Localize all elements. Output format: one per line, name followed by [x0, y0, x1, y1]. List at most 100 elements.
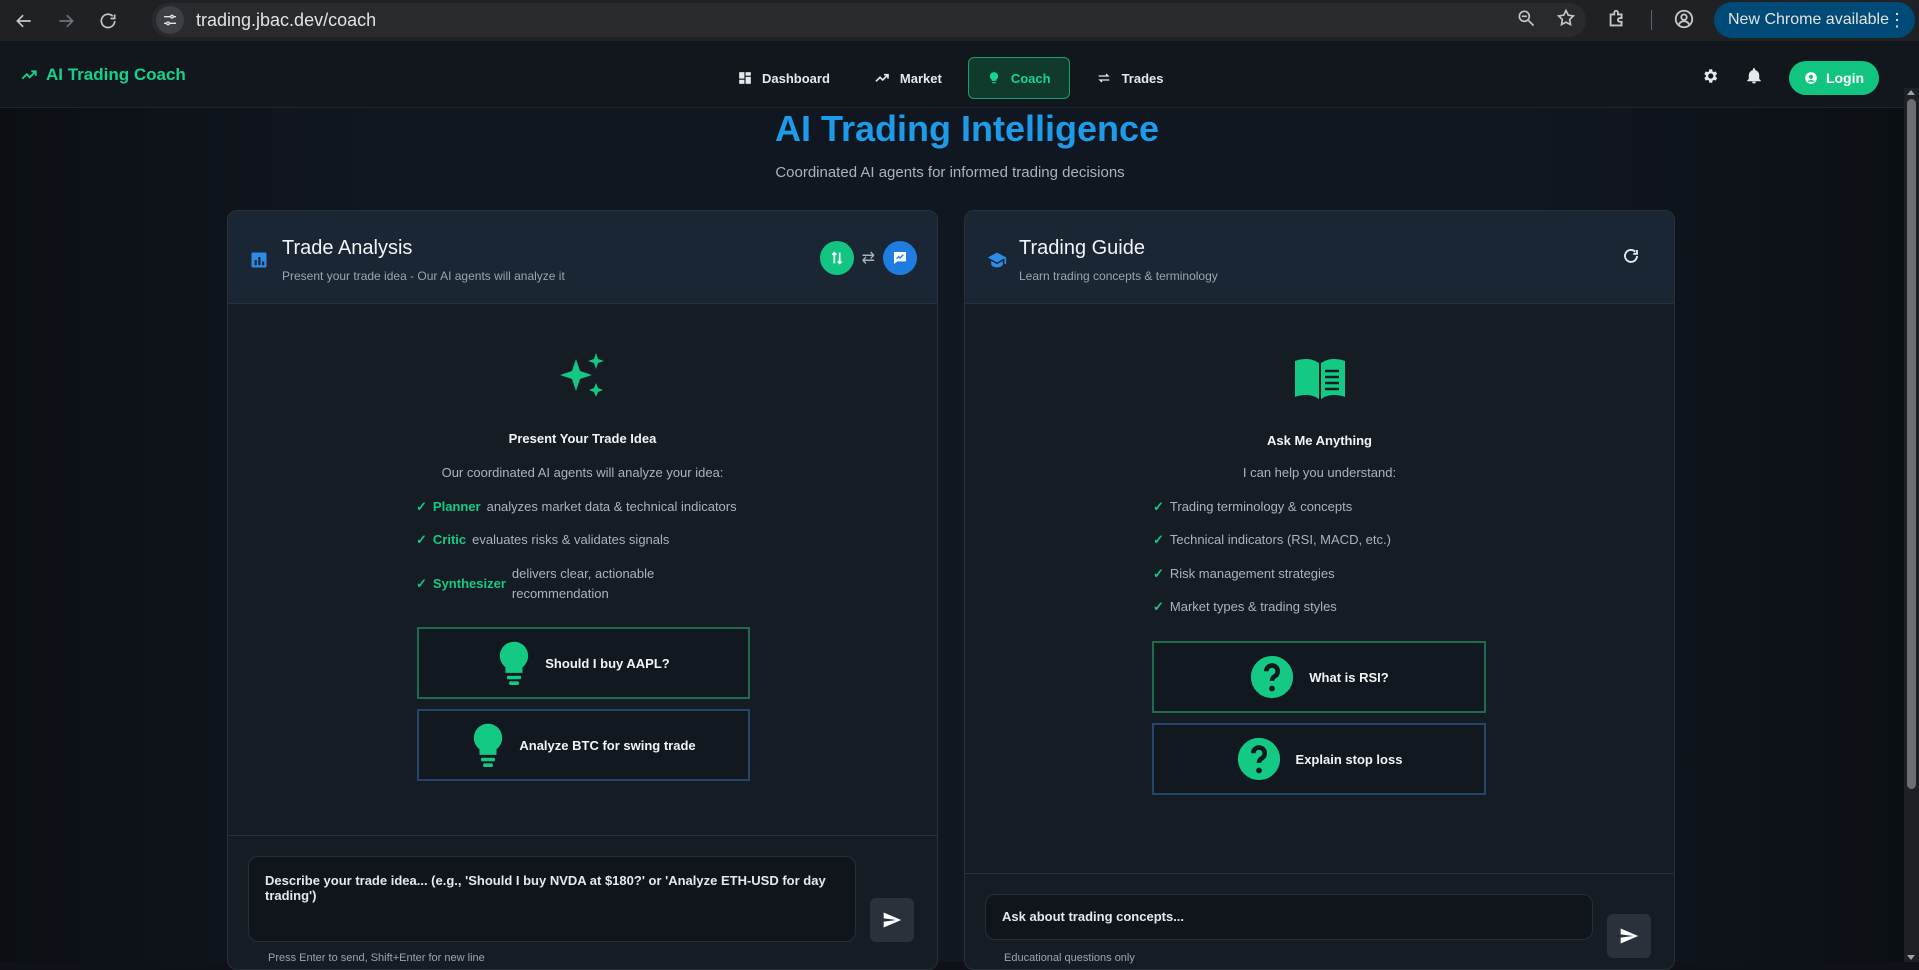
refresh-icon[interactable] — [1622, 247, 1640, 270]
panel-subtitle: Learn trading concepts & terminology — [1019, 269, 1218, 283]
main-nav: Dashboard Market Coach Trades — [720, 57, 1181, 99]
lightbulb-icon — [989, 72, 998, 84]
app-header: AI Trading Coach Dashboard Market Coach … — [0, 41, 1919, 108]
site-settings-icon[interactable] — [156, 6, 184, 34]
guide-composer: Ask about trading concepts... Educationa… — [965, 873, 1674, 969]
guide-feature: ✓ Market types & trading styles — [1153, 597, 1337, 617]
login-button[interactable]: Login — [1789, 61, 1879, 95]
back-icon[interactable] — [6, 3, 42, 39]
nav-coach[interactable]: Coach — [967, 57, 1070, 99]
check-icon: ✓ — [416, 576, 427, 591]
toolbar-divider — [1651, 10, 1652, 30]
browser-toolbar: trading.jbac.dev/coach New Chrome availa… — [0, 0, 1919, 41]
analytics-icon — [250, 251, 268, 274]
help-circle-icon — [1249, 654, 1295, 700]
chrome-update-label: New Chrome available — [1728, 11, 1889, 28]
section-heading: Ask Me Anything — [1267, 433, 1372, 448]
check-icon: ✓ — [1153, 599, 1164, 614]
panel-title: Trading Guide — [1019, 237, 1145, 259]
guide-question-input[interactable]: Ask about trading concepts... — [985, 894, 1593, 940]
suggestion-label: Analyze BTC for swing trade — [519, 737, 696, 753]
trending-up-icon — [21, 70, 37, 80]
brand-logo[interactable]: AI Trading Coach — [20, 65, 186, 85]
section-intro: I can help you understand: — [1242, 465, 1397, 480]
trade-idea-composer: Describe your trade idea... (e.g., 'Shou… — [228, 835, 937, 969]
nav-market[interactable]: Market — [856, 57, 960, 99]
login-label: Login — [1825, 70, 1865, 86]
nav-trades[interactable]: Trades — [1078, 57, 1182, 99]
open-book-icon — [1293, 357, 1347, 406]
planner-agent-icon — [819, 241, 854, 275]
suggestion-label: What is RSI? — [1309, 669, 1389, 685]
trade-analysis-panel: Trade Analysis Present your trade idea -… — [227, 210, 938, 970]
help-circle-icon — [1236, 736, 1282, 782]
feature-text: delivers clear, actionable recommendatio… — [511, 566, 655, 601]
feature-synthesizer: ✓ Synthesizer delivers clear, actionable… — [416, 564, 672, 604]
input-hint: Press Enter to send, Shift+Enter for new… — [268, 952, 485, 964]
feature-text: Risk management strategies — [1169, 566, 1335, 581]
trending-icon — [875, 73, 889, 82]
section-heading: Present Your Trade Idea — [508, 431, 657, 446]
guide-feature: ✓ Trading terminology & concepts — [1153, 497, 1352, 517]
page-scrollbar[interactable] — [1904, 88, 1919, 962]
account-icon — [1805, 72, 1817, 84]
feature-keyword: Critic — [432, 532, 467, 547]
suggestion-label: Explain stop loss — [1295, 751, 1403, 767]
scroll-down-arrow-icon[interactable] — [1907, 955, 1915, 960]
graduation-cap-icon — [987, 251, 1007, 274]
suggestion-button[interactable]: Analyze BTC for swing trade — [417, 709, 750, 781]
question-suggestion-button[interactable]: Explain stop loss — [1152, 723, 1486, 795]
feature-critic: ✓ Critic evaluates risks & validates sig… — [416, 530, 669, 550]
send-button[interactable] — [870, 898, 914, 942]
synthesizer-agent-icon — [883, 241, 917, 275]
trading-guide-header: Trading Guide Learn trading concepts & t… — [965, 211, 1674, 304]
agent-status: ⇄ — [819, 241, 917, 275]
brand-name: AI Trading Coach — [46, 65, 186, 84]
bookmark-star-icon[interactable] — [1556, 8, 1576, 33]
trade-idea-input[interactable]: Describe your trade idea... (e.g., 'Shou… — [248, 856, 856, 942]
sparkles-icon — [558, 351, 610, 408]
trading-guide-panel: Trading Guide Learn trading concepts & t… — [964, 210, 1675, 970]
more-menu-icon[interactable]: ⋮ — [1888, 10, 1906, 31]
guide-feature: ✓ Risk management strategies — [1153, 564, 1335, 584]
chrome-update-button[interactable]: New Chrome available ⋮ — [1714, 2, 1915, 38]
zoom-icon[interactable] — [1516, 8, 1536, 33]
address-bar[interactable]: trading.jbac.dev/coach — [152, 3, 1586, 37]
scrollbar-thumb[interactable] — [1907, 99, 1916, 789]
feature-text: evaluates risks & validates signals — [472, 532, 670, 547]
notifications-bell-icon[interactable] — [1745, 67, 1763, 90]
check-icon: ✓ — [1153, 566, 1164, 581]
scroll-up-arrow-icon[interactable] — [1907, 90, 1915, 95]
feature-text: Market types & trading styles — [1169, 599, 1337, 614]
forward-icon[interactable] — [48, 3, 84, 39]
feature-text: Trading terminology & concepts — [1169, 499, 1353, 514]
feature-planner: ✓ Planner analyzes market data & technic… — [416, 497, 737, 517]
suggestion-button[interactable]: Should I buy AAPL? — [417, 627, 750, 699]
profile-icon[interactable] — [1673, 8, 1695, 35]
nav-dashboard[interactable]: Dashboard — [720, 57, 848, 99]
exchange-arrows-icon: ⇄ — [861, 250, 875, 267]
extensions-icon[interactable] — [1606, 8, 1628, 35]
section-intro: Our coordinated AI agents will analyze y… — [441, 465, 724, 480]
guide-feature: ✓ Technical indicators (RSI, MACD, etc.) — [1153, 530, 1391, 550]
lightbulb-icon — [497, 640, 531, 686]
page-title: AI Trading Intelligence — [774, 108, 1160, 149]
reload-icon[interactable] — [90, 3, 126, 39]
feature-keyword: Synthesizer — [432, 576, 506, 591]
url-text[interactable]: trading.jbac.dev/coach — [196, 10, 376, 31]
question-suggestion-button[interactable]: What is RSI? — [1152, 641, 1486, 713]
suggestion-label: Should I buy AAPL? — [545, 655, 670, 671]
settings-gear-icon[interactable] — [1701, 67, 1719, 90]
page-subtitle: Coordinated AI agents for informed tradi… — [775, 164, 1125, 181]
nav-label: Trades — [1121, 70, 1164, 86]
check-icon: ✓ — [1153, 532, 1164, 547]
nav-label: Coach — [1010, 70, 1051, 86]
panel-subtitle: Present your trade idea - Our AI agents … — [282, 269, 565, 283]
check-icon: ✓ — [416, 499, 427, 514]
nav-label: Market — [899, 70, 942, 86]
feature-keyword: Planner — [432, 499, 481, 514]
coach-page: AI Trading Intelligence Coordinated AI a… — [0, 108, 1904, 970]
nav-label: Dashboard — [762, 70, 830, 86]
send-button[interactable] — [1607, 914, 1651, 958]
send-icon — [1620, 928, 1639, 944]
